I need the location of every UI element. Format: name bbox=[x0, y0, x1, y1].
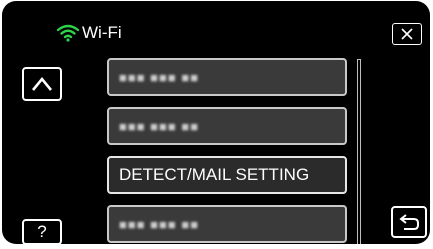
settings-list: ■■■ ■■■ ■■ ■■■ ■■■ ■■ DETECT/MAIL SETTIN… bbox=[2, 1, 430, 244]
list-item-label: ■■■ ■■■ ■■ bbox=[119, 69, 200, 85]
back-button[interactable] bbox=[391, 206, 427, 238]
list-item-label: DETECT/MAIL SETTING bbox=[119, 165, 310, 184]
list-item[interactable]: ■■■ ■■■ ■■ bbox=[107, 58, 347, 96]
list-item[interactable]: ■■■ ■■■ ■■ bbox=[107, 205, 347, 243]
back-arrow-icon bbox=[399, 214, 419, 230]
help-button[interactable]: ? bbox=[22, 219, 62, 244]
camera-screen: Wi-Fi ■■■ ■■■ ■■ ■■■ ■■■ ■■ DETECT/MAIL … bbox=[2, 1, 430, 244]
list-item-label: ■■■ ■■■ ■■ bbox=[119, 118, 200, 134]
list-item[interactable]: ■■■ ■■■ ■■ bbox=[107, 107, 347, 145]
list-item-label: ■■■ ■■■ ■■ bbox=[119, 216, 200, 232]
scrollbar[interactable] bbox=[357, 59, 361, 244]
list-item-detect-mail-setting[interactable]: DETECT/MAIL SETTING bbox=[107, 156, 347, 194]
help-label: ? bbox=[37, 222, 47, 241]
